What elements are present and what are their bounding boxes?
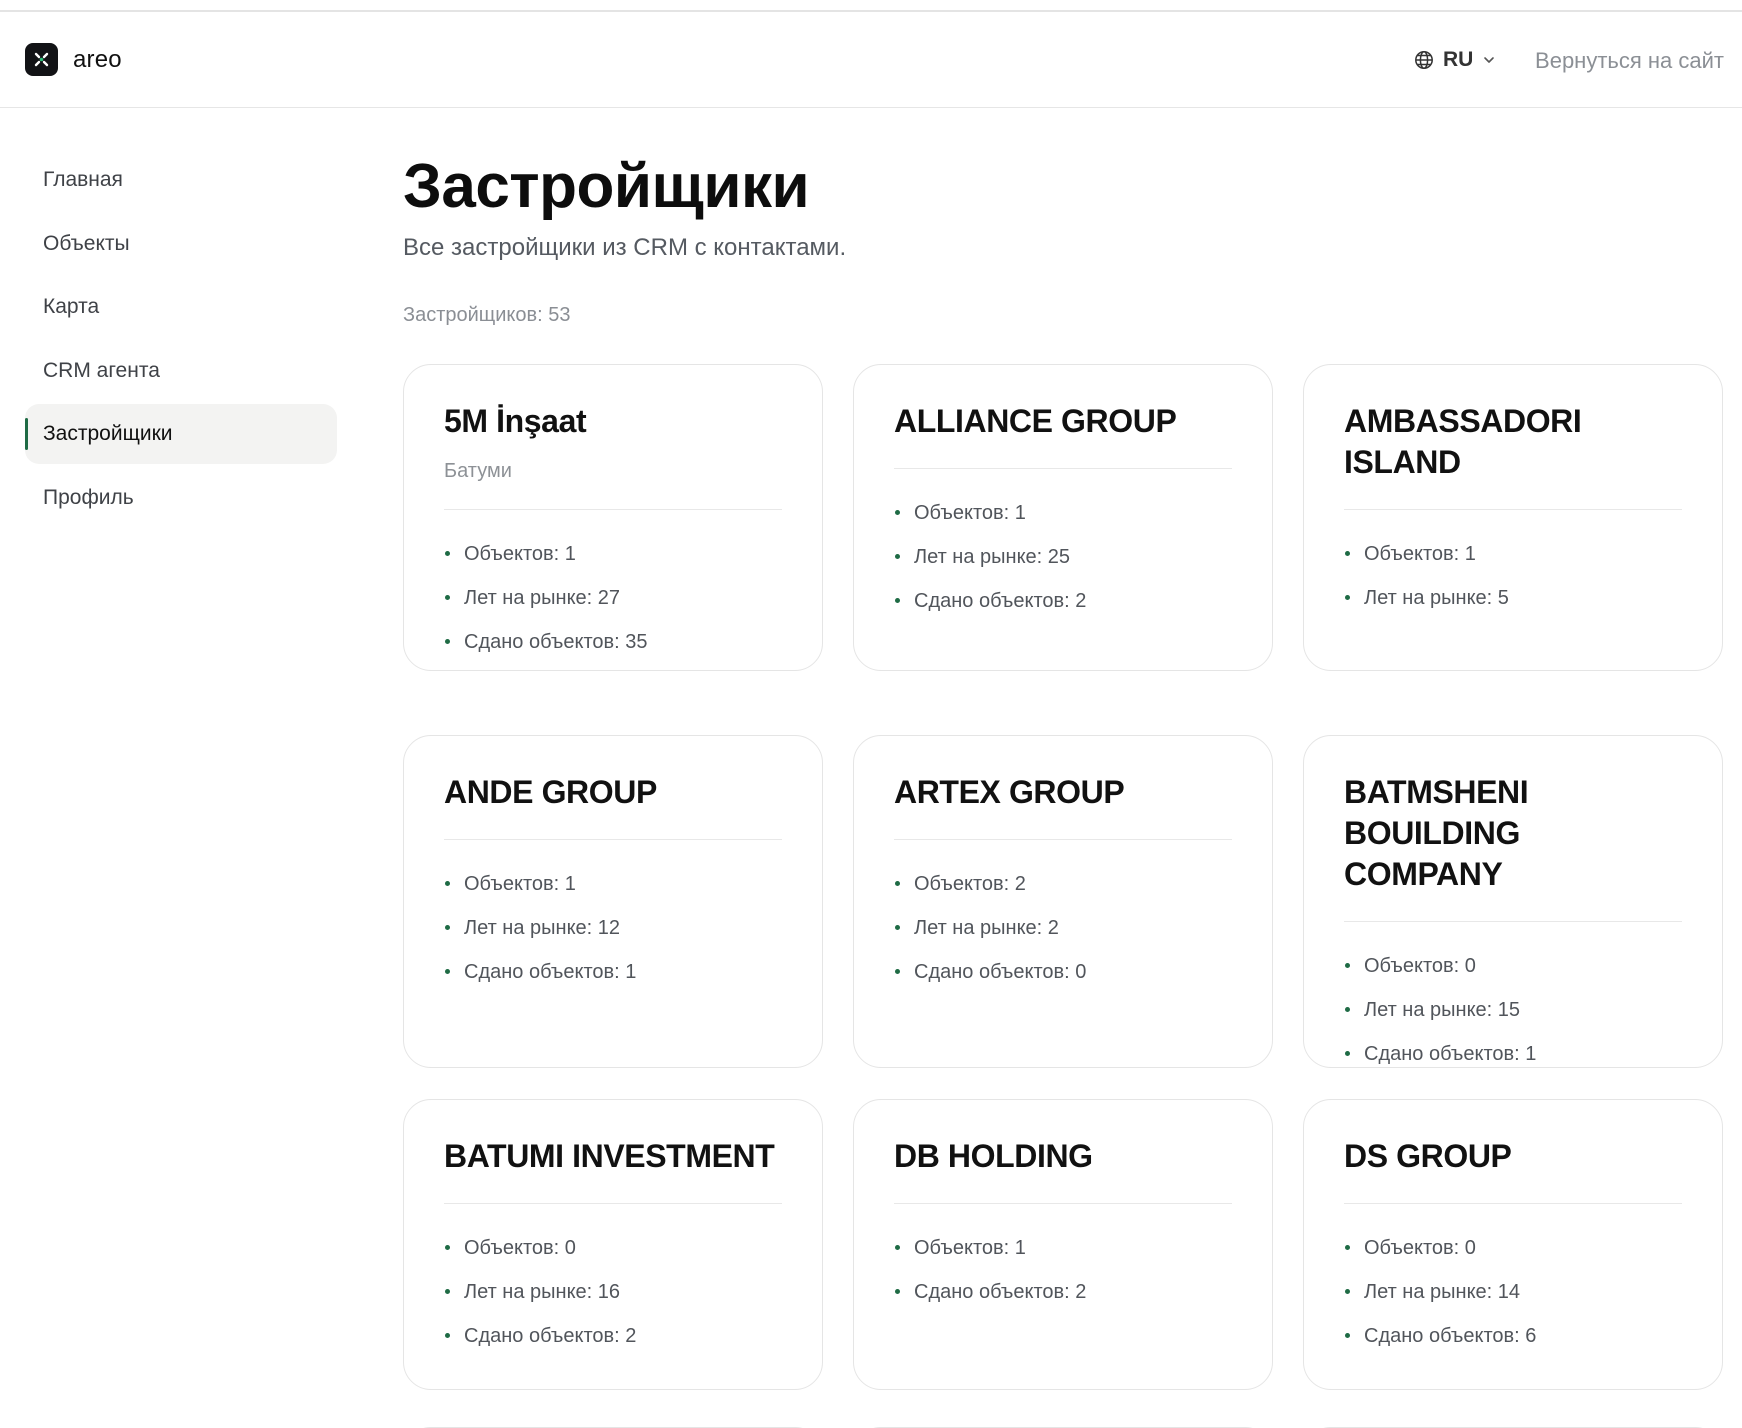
stat-item: Объектов: 1 [444, 862, 782, 906]
stat-item: Объектов: 1 [894, 491, 1232, 535]
developer-name: ARTEX GROUP [894, 774, 1125, 810]
language-selector[interactable]: RU [1414, 48, 1496, 72]
stat-item: Объектов: 0 [444, 1226, 782, 1270]
page-subtitle: Все застройщики из CRM с контактами. [403, 234, 847, 261]
sidebar-item-home[interactable]: Главная [25, 150, 337, 210]
developer-stats: Объектов: 0 Лет на рынке: 15 Сдано объек… [1344, 944, 1682, 1076]
developer-card[interactable]: ARTEX GROUP Объектов: 2 Лет на рынке: 2 … [853, 735, 1273, 1068]
developer-card[interactable]: ALLIANCE GROUP Объектов: 1 Лет на рынке:… [853, 364, 1273, 671]
chevron-down-icon [1484, 57, 1495, 63]
stat-item: Лет на рынке: 14 [1344, 1270, 1682, 1314]
developer-name: 5M İnşaat [444, 403, 587, 439]
globe-icon [1415, 51, 1433, 69]
stat-item: Сдано объектов: 1 [1344, 1032, 1682, 1076]
language-label: RU [1443, 48, 1474, 71]
developer-name: BATMSHENI BOUILDING COMPANY [1344, 774, 1529, 892]
stat-item: Сдано объектов: 2 [444, 1314, 782, 1358]
stat-item: Объектов: 1 [1344, 532, 1682, 576]
sidebar-item-objects[interactable]: Объекты [25, 214, 337, 274]
developer-stats: Объектов: 1 Лет на рынке: 5 [1344, 532, 1682, 620]
developer-stats: Объектов: 0 Лет на рынке: 14 Сдано объек… [1344, 1226, 1682, 1358]
top-header: areo RU Вернуться на сайт [0, 12, 1742, 108]
back-to-site-link[interactable]: Вернуться на сайт [1535, 48, 1724, 74]
stat-item: Лет на рынке: 2 [894, 906, 1232, 950]
card-divider [894, 468, 1232, 469]
card-divider [444, 1203, 782, 1204]
developer-card[interactable]: DB HOLDING Объектов: 1 Сдано объектов: 2 [853, 1099, 1273, 1390]
stat-item: Объектов: 2 [894, 862, 1232, 906]
stat-item: Сдано объектов: 2 [894, 579, 1232, 623]
developer-stats: Объектов: 2 Лет на рынке: 2 Сдано объект… [894, 862, 1232, 994]
developer-stats: Объектов: 0 Лет на рынке: 16 Сдано объек… [444, 1226, 782, 1358]
developer-stats: Объектов: 1 Лет на рынке: 12 Сдано объек… [444, 862, 782, 994]
stat-item: Объектов: 0 [1344, 944, 1682, 988]
stat-item: Сдано объектов: 1 [444, 950, 782, 994]
developer-name: DB HOLDING [894, 1138, 1093, 1174]
sidebar-item-profile[interactable]: Профиль [25, 468, 337, 528]
developer-city: Батуми [444, 460, 512, 482]
card-divider [894, 1203, 1232, 1204]
card-divider [444, 839, 782, 840]
developer-name: AMBASSADORI ISLAND [1344, 403, 1582, 480]
card-divider [894, 839, 1232, 840]
developer-card[interactable]: BATMSHENI BOUILDING COMPANY Объектов: 0 … [1303, 735, 1723, 1068]
developer-card[interactable]: 5M İnşaat Батуми Объектов: 1 Лет на рынк… [403, 364, 823, 671]
card-divider [1344, 1203, 1682, 1204]
stat-item: Сдано объектов: 6 [1344, 1314, 1682, 1358]
areo-logo-icon [25, 43, 58, 76]
sidebar-item-developers[interactable]: Застройщики [25, 404, 337, 464]
stat-item: Лет на рынке: 5 [1344, 576, 1682, 620]
stat-item: Объектов: 0 [1344, 1226, 1682, 1270]
developer-stats: Объектов: 1 Лет на рынке: 25 Сдано объек… [894, 491, 1232, 623]
stat-item: Лет на рынке: 25 [894, 535, 1232, 579]
developer-card[interactable]: DS GROUP Объектов: 0 Лет на рынке: 14 Сд… [1303, 1099, 1723, 1390]
stat-item: Лет на рынке: 12 [444, 906, 782, 950]
stat-item: Лет на рынке: 15 [1344, 988, 1682, 1032]
stat-item: Объектов: 1 [894, 1226, 1232, 1270]
developer-name: DS GROUP [1344, 1138, 1512, 1174]
top-border [0, 0, 1742, 12]
developer-card[interactable]: ANDE GROUP Объектов: 1 Лет на рынке: 12 … [403, 735, 823, 1068]
stat-item: Лет на рынке: 27 [444, 576, 782, 620]
developer-stats: Объектов: 1 Лет на рынке: 27 Сдано объек… [444, 532, 782, 664]
brand-name: areo [73, 45, 122, 73]
developer-name: ALLIANCE GROUP [894, 403, 1177, 439]
developer-card[interactable]: AMBASSADORI ISLAND Объектов: 1 Лет на ры… [1303, 364, 1723, 671]
developer-name: BATUMI INVESTMENT [444, 1138, 775, 1174]
brand[interactable]: areo [25, 43, 122, 76]
developer-stats: Объектов: 1 Сдано объектов: 2 [894, 1226, 1232, 1314]
stat-item: Лет на рынке: 16 [444, 1270, 782, 1314]
stat-item: Сдано объектов: 35 [444, 620, 782, 664]
sidebar-item-map[interactable]: Карта [25, 277, 337, 337]
stat-item: Объектов: 1 [444, 532, 782, 576]
developer-name: ANDE GROUP [444, 774, 657, 810]
page-title: Застройщики [403, 152, 810, 221]
card-divider [1344, 921, 1682, 922]
card-divider [444, 509, 782, 510]
developer-card[interactable]: BATUMI INVESTMENT Объектов: 0 Лет на рын… [403, 1099, 823, 1390]
stat-item: Сдано объектов: 2 [894, 1270, 1232, 1314]
developers-count: Застройщиков: 53 [403, 304, 571, 326]
sidebar-item-crm[interactable]: CRM агента [25, 341, 337, 401]
sidebar-nav: Главная Объекты Карта CRM агента Застрой… [25, 150, 337, 531]
stat-item: Сдано объектов: 0 [894, 950, 1232, 994]
card-divider [1344, 509, 1682, 510]
